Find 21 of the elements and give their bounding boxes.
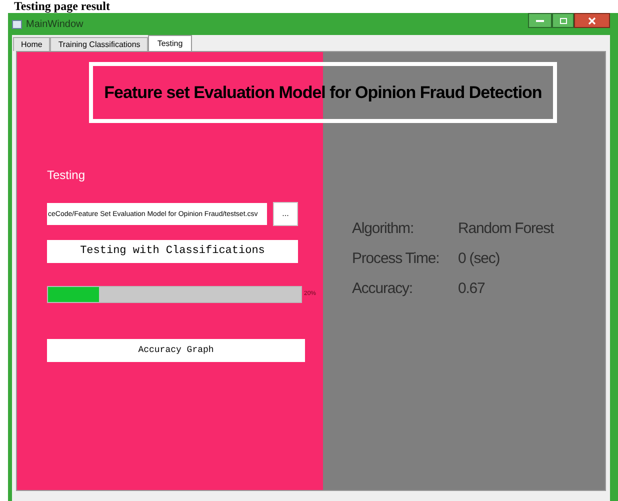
close-button[interactable]	[574, 13, 610, 28]
minimize-button[interactable]	[528, 13, 552, 28]
window-title: MainWindow	[26, 18, 84, 32]
tab[interactable]: Home	[13, 37, 50, 51]
tab[interactable]: Training Classifications	[50, 37, 148, 51]
testing-button[interactable]: Testing with Classifications	[47, 240, 298, 263]
accuracy-graph-button[interactable]: Accuracy Graph	[47, 339, 305, 362]
section-heading: Testing	[47, 167, 86, 184]
result-label: Accuracy:	[352, 279, 414, 299]
figure-caption: Testing page result	[14, 0, 110, 13]
banner-title: Feature set Evaluation Model for Opinion Fraud Detection	[104, 82, 542, 104]
browse-button[interactable]: ...	[273, 202, 298, 226]
result-value: 0 (sec)	[458, 249, 501, 269]
result-label: Algorithm:	[352, 219, 415, 239]
maximize-button[interactable]	[552, 13, 574, 28]
result-value: Random Forest	[458, 219, 555, 239]
tab[interactable]: Testing	[148, 35, 192, 51]
result-label: Process Time:	[352, 249, 440, 269]
result-value: 0.67	[458, 279, 486, 299]
app-icon	[12, 20, 22, 28]
close-icon	[588, 16, 596, 24]
